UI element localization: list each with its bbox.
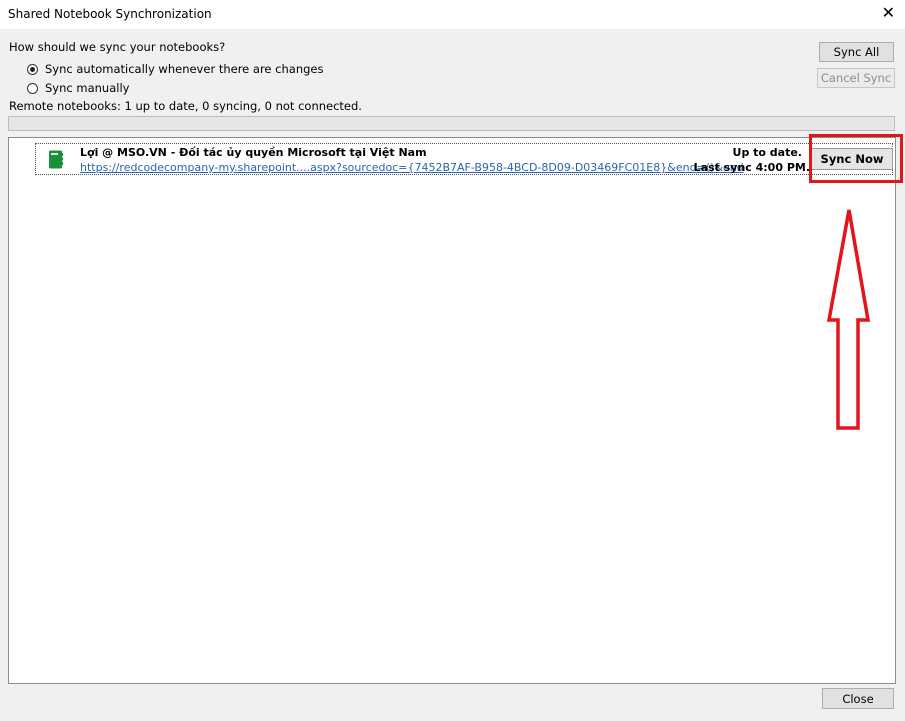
notebook-last-sync: Last sync 4:00 PM.	[693, 161, 810, 174]
radio-button-selected[interactable]	[27, 63, 38, 75]
cancel-sync-button[interactable]: Cancel Sync	[817, 68, 895, 88]
sync-all-button[interactable]: Sync All	[819, 42, 894, 62]
radio-label-sync-manually: Sync manually	[45, 81, 130, 95]
radio-label-sync-automatically: Sync automatically whenever there are ch…	[45, 62, 324, 76]
notebook-sync-status: Up to date.	[732, 146, 802, 159]
onenote-notebook-icon	[48, 150, 64, 172]
sync-question-label: How should we sync your notebooks?	[9, 40, 226, 54]
radio-sync-manually[interactable]: Sync manually	[27, 81, 129, 95]
radio-button-unselected[interactable]	[27, 82, 38, 94]
notebook-url-link[interactable]: https://redcodecompany-my.sharepoint....…	[80, 161, 744, 174]
close-button[interactable]: Close	[822, 688, 894, 709]
remote-notebooks-status: Remote notebooks: 1 up to date, 0 syncin…	[9, 99, 362, 113]
sync-progress-bar	[8, 116, 895, 131]
title-bar: Shared Notebook Synchronization ✕	[0, 0, 905, 29]
annotation-highlight-box	[809, 134, 903, 183]
radio-sync-automatically[interactable]: Sync automatically whenever there are ch…	[27, 62, 323, 76]
notebook-list[interactable]: Lợi @ MSO.VN - Đối tác ủy quyền Microsof…	[8, 137, 896, 684]
close-icon[interactable]: ✕	[882, 4, 895, 22]
notebook-name: Lợi @ MSO.VN - Đối tác ủy quyền Microsof…	[80, 146, 427, 159]
window-title: Shared Notebook Synchronization	[8, 7, 212, 21]
annotation-arrow-icon	[826, 209, 871, 430]
notebook-row[interactable]: Lợi @ MSO.VN - Đối tác ủy quyền Microsof…	[35, 143, 893, 175]
